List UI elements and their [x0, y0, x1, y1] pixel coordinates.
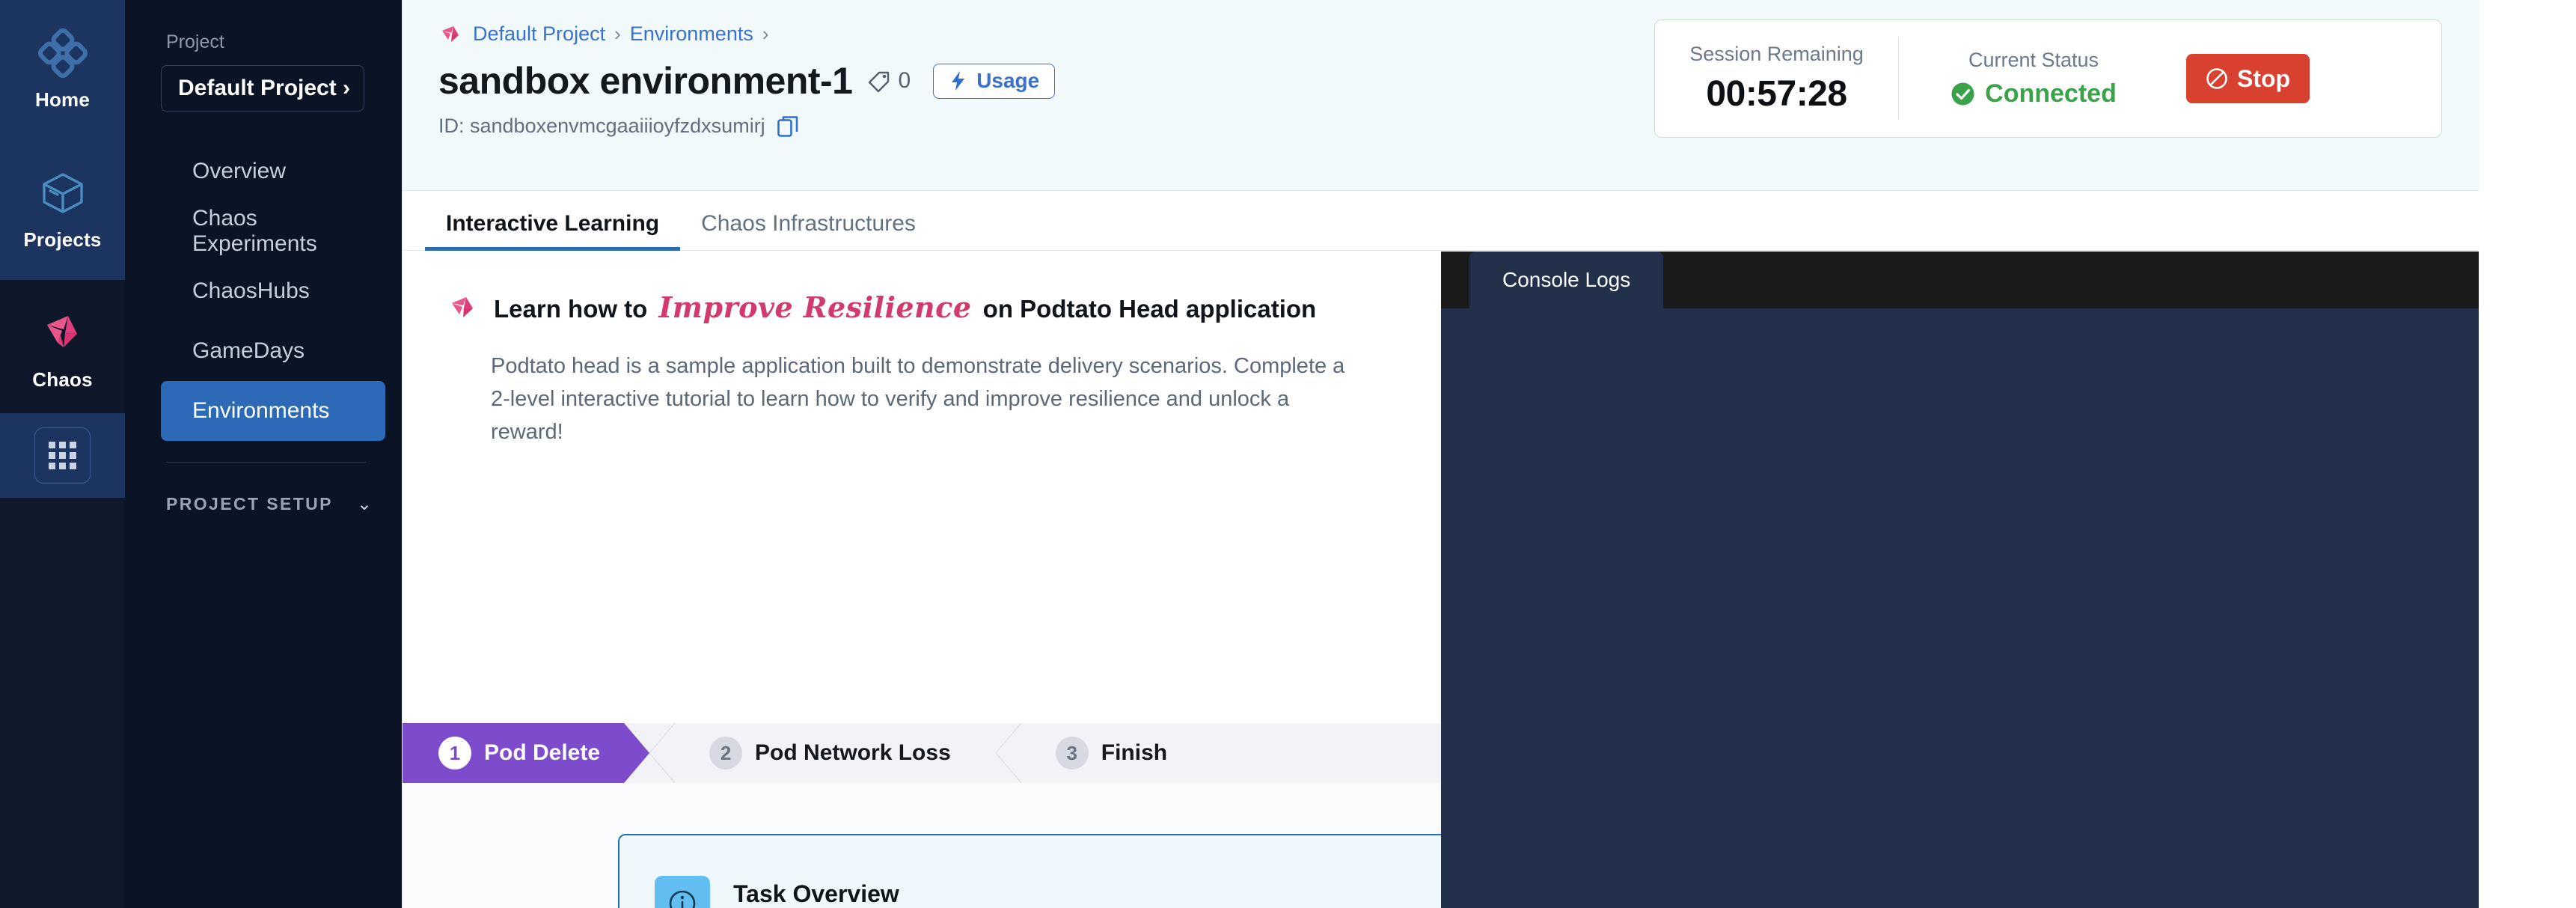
- sidebar-item-chaos-experiments[interactable]: Chaos Experiments: [161, 201, 385, 261]
- interactive-learning-panel: Learn how to Improve Resilience on Podta…: [403, 252, 1441, 908]
- current-status-group: Current Status Connected: [1899, 49, 2168, 109]
- step-number: 1: [438, 737, 471, 770]
- project-caption: Project: [166, 31, 402, 53]
- task-overview-card: Task Overview In this level, you will ru…: [618, 834, 1441, 908]
- main-area: Default Project › Environments › sandbox…: [402, 0, 2479, 908]
- status-text: Connected: [1985, 79, 2117, 109]
- step-finish[interactable]: 3 Finish: [1021, 723, 1212, 783]
- session-remaining-value: 00:57:28: [1655, 73, 1898, 115]
- app-root: Home Projects Chaos: [0, 0, 2576, 908]
- task-area: Task Overview In this level, you will ru…: [403, 783, 1441, 908]
- learning-heading: Learn how to Improve Resilience on Podta…: [403, 252, 1441, 324]
- rail-item-projects[interactable]: Projects: [0, 140, 125, 280]
- chaos-logo-icon: [438, 23, 464, 46]
- session-card: Session Remaining 00:57:28 Current Statu…: [1654, 19, 2442, 138]
- copy-icon[interactable]: [777, 115, 798, 138]
- chevron-right-icon: ›: [343, 77, 350, 100]
- learning-title-suffix: on Podtato Head application: [983, 295, 1317, 323]
- console-log-output[interactable]: [1441, 308, 2479, 908]
- learning-description: Podtato head is a sample application bui…: [491, 350, 1365, 448]
- environment-id: ID: sandboxenvmcgaaiiioyfzdxsumirj: [438, 115, 765, 138]
- tab-label: Interactive Learning: [446, 211, 659, 236]
- step-separator-icon: [996, 723, 1021, 783]
- learning-title: Learn how to Improve Resilience on Podta…: [494, 290, 1316, 324]
- sidebar-item-label: GameDays: [192, 338, 305, 364]
- step-pod-network-loss[interactable]: 2 Pod Network Loss: [675, 723, 996, 783]
- project-selector[interactable]: Default Project ›: [161, 65, 364, 112]
- learning-title-prefix: Learn how to: [494, 295, 647, 323]
- current-status-caption: Current Status: [1899, 49, 2168, 72]
- sidebar-item-chaoshubs[interactable]: ChaosHubs: [161, 261, 385, 321]
- tab-chaos-infrastructures[interactable]: Chaos Infrastructures: [680, 211, 937, 250]
- step-label: Pod Delete: [484, 740, 600, 766]
- lightning-bolt-icon: [949, 70, 967, 91]
- chevron-down-icon: ⌄: [357, 496, 372, 514]
- console-tab-label: Console Logs: [1502, 268, 1630, 292]
- chaos-logo-icon: [38, 308, 88, 358]
- project-selector-label: Default Project: [178, 76, 337, 101]
- sidebar-item-gamedays[interactable]: GameDays: [161, 321, 385, 381]
- tab-interactive-learning[interactable]: Interactive Learning: [425, 211, 680, 250]
- usage-button-label: Usage: [976, 69, 1039, 93]
- breadcrumb-separator: ›: [614, 22, 621, 46]
- sidebar-item-environments[interactable]: Environments: [161, 381, 385, 441]
- stop-button-label: Stop: [2237, 65, 2290, 93]
- tag-count-group: 0: [866, 68, 911, 94]
- chaos-logo-icon: [447, 293, 479, 322]
- step-label: Pod Network Loss: [755, 740, 951, 766]
- step-pod-delete[interactable]: 1 Pod Delete: [403, 723, 649, 783]
- sidebar-project-setup-label: PROJECT SETUP: [166, 494, 333, 514]
- sidebar-item-overview[interactable]: Overview: [161, 141, 385, 201]
- tab-bar: Interactive Learning Chaos Infrastructur…: [403, 191, 2479, 251]
- page-right-margin: [2479, 0, 2576, 908]
- sidebar-item-list: Overview Chaos Experiments ChaosHubs Gam…: [125, 141, 402, 441]
- rail-bottom: [0, 413, 125, 498]
- icon-rail: Home Projects Chaos: [0, 0, 125, 908]
- page-header: Default Project › Environments › sandbox…: [403, 0, 2479, 191]
- sidebar-divider: [166, 462, 366, 463]
- session-remaining-caption: Session Remaining: [1655, 43, 1898, 66]
- sidebar-item-label: Chaos Experiments: [192, 206, 385, 257]
- sidebar-item-label: ChaosHubs: [192, 278, 310, 304]
- rail-label-projects: Projects: [23, 228, 101, 252]
- tag-icon: [866, 68, 892, 94]
- stop-button[interactable]: Stop: [2186, 54, 2310, 103]
- level-stepper: 1 Pod Delete 2 Pod Network Loss 3 Finish: [403, 723, 1441, 783]
- info-badge: [655, 876, 710, 908]
- tab-console-logs[interactable]: Console Logs: [1469, 252, 1663, 308]
- step-label: Finish: [1101, 740, 1167, 766]
- breadcrumb-separator: ›: [762, 22, 769, 46]
- rail-item-home[interactable]: Home: [0, 0, 125, 140]
- tag-count: 0: [899, 68, 911, 94]
- learning-title-script: Improve Resilience: [655, 290, 976, 324]
- step-number: 3: [1056, 737, 1089, 770]
- app-grid-icon: [49, 442, 76, 469]
- task-overview-title: Task Overview: [733, 880, 899, 908]
- rail-label-home: Home: [35, 88, 90, 112]
- session-remaining-group: Session Remaining 00:57:28: [1655, 43, 1898, 115]
- status-badge: Connected: [1899, 79, 2168, 109]
- sidebar-item-label: Environments: [192, 398, 329, 424]
- step-number: 2: [709, 737, 742, 770]
- sidebar-item-label: Overview: [192, 159, 286, 184]
- tab-label: Chaos Infrastructures: [701, 211, 916, 236]
- step-separator-icon: [649, 723, 675, 783]
- rail-label-chaos: Chaos: [32, 368, 92, 391]
- app-grid-button[interactable]: [34, 427, 91, 484]
- breadcrumb-item-project[interactable]: Default Project: [473, 22, 605, 46]
- console-panel: Console Logs: [1441, 252, 2479, 908]
- sidebar-nav: Project Default Project › Overview Chaos…: [125, 0, 402, 908]
- projects-box-icon: [38, 168, 88, 218]
- rail-item-chaos[interactable]: Chaos: [0, 280, 125, 420]
- check-circle-icon: [1951, 82, 1975, 106]
- info-icon: [667, 889, 697, 908]
- usage-button[interactable]: Usage: [933, 64, 1055, 99]
- sidebar-project-setup[interactable]: PROJECT SETUP ⌄: [166, 494, 372, 514]
- page-title: sandbox environment-1: [438, 59, 853, 103]
- ban-icon: [2206, 67, 2228, 90]
- home-diamond-icon: [38, 28, 88, 78]
- breadcrumb-item-environments[interactable]: Environments: [630, 22, 753, 46]
